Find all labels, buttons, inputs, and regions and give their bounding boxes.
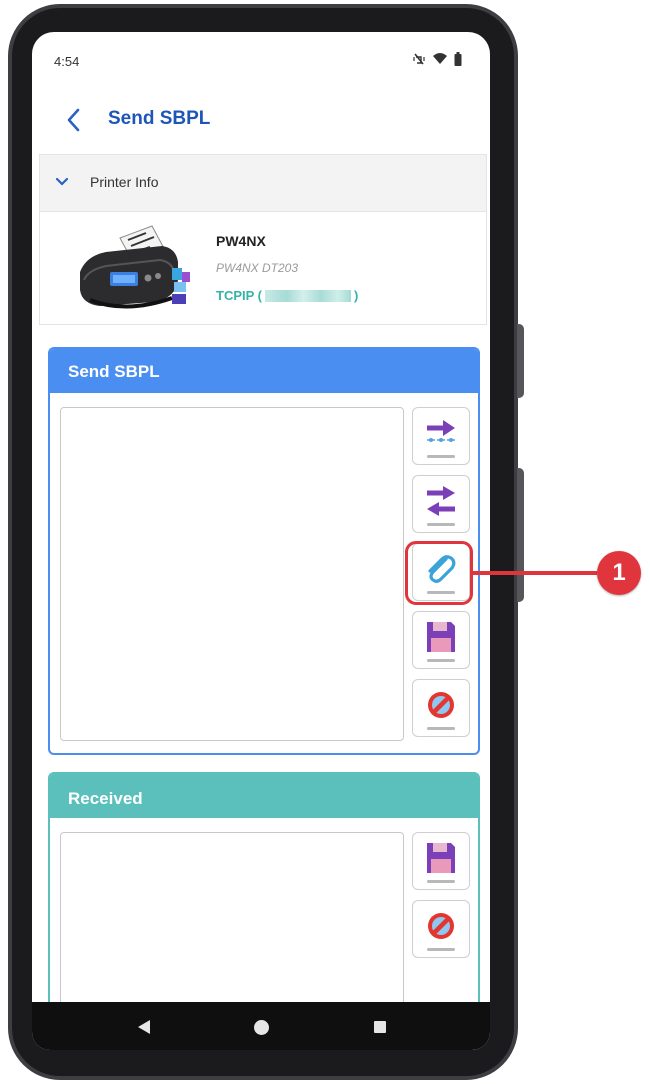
system-nav-bar xyxy=(32,1002,490,1050)
send-arrow-icon xyxy=(427,420,455,442)
printer-model-detail: PW4NX DT203 xyxy=(216,261,299,275)
status-icons xyxy=(412,52,462,66)
nav-back-icon[interactable] xyxy=(138,1020,150,1034)
status-time: 4:54 xyxy=(54,54,80,69)
printer-connection: TCPIP ( ) xyxy=(216,288,358,303)
floppy-disk-icon xyxy=(427,843,455,873)
send-receive-arrows-icon xyxy=(427,486,455,516)
printer-info-panel: PW4NX PW4NX DT203 TCPIP ( ) xyxy=(39,211,487,325)
power-button xyxy=(517,468,524,602)
save-send-button[interactable] xyxy=(412,611,470,669)
nav-recents-icon[interactable] xyxy=(374,1021,386,1033)
connection-prefix: TCPIP ( xyxy=(216,288,262,303)
send-input-textarea[interactable] xyxy=(60,407,404,741)
page-title: Send SBPL xyxy=(108,108,211,129)
clear-no-icon xyxy=(428,913,454,939)
back-arrow-icon[interactable] xyxy=(62,106,86,134)
send-receive-button[interactable] xyxy=(412,475,470,533)
nav-home-icon[interactable] xyxy=(254,1020,269,1035)
wifi-icon xyxy=(433,53,447,64)
printer-image xyxy=(80,225,190,309)
clear-send-button[interactable] xyxy=(412,679,470,737)
battery-icon xyxy=(454,52,462,66)
connection-suffix: ) xyxy=(354,288,359,303)
received-header: Received xyxy=(50,774,478,818)
floppy-disk-icon xyxy=(427,622,455,652)
status-bar: 4:54 xyxy=(32,32,490,90)
vibrate-off-icon xyxy=(413,53,425,65)
clear-received-button[interactable] xyxy=(412,900,470,958)
callout-line xyxy=(473,571,597,575)
printer-model: PW4NX xyxy=(216,233,266,249)
clear-no-icon xyxy=(428,692,454,718)
volume-button xyxy=(517,324,524,398)
callout-badge: 1 xyxy=(597,551,641,595)
callout-highlight-box xyxy=(405,541,473,605)
printer-info-header[interactable]: Printer Info xyxy=(39,154,487,211)
save-received-button[interactable] xyxy=(412,832,470,890)
redacted-address xyxy=(265,289,351,302)
send-button[interactable] xyxy=(412,407,470,465)
send-sbpl-header: Send SBPL xyxy=(50,349,478,393)
app-bar: Send SBPL xyxy=(32,90,490,150)
printer-info-label: Printer Info xyxy=(90,174,159,190)
chevron-down-icon xyxy=(55,177,69,186)
